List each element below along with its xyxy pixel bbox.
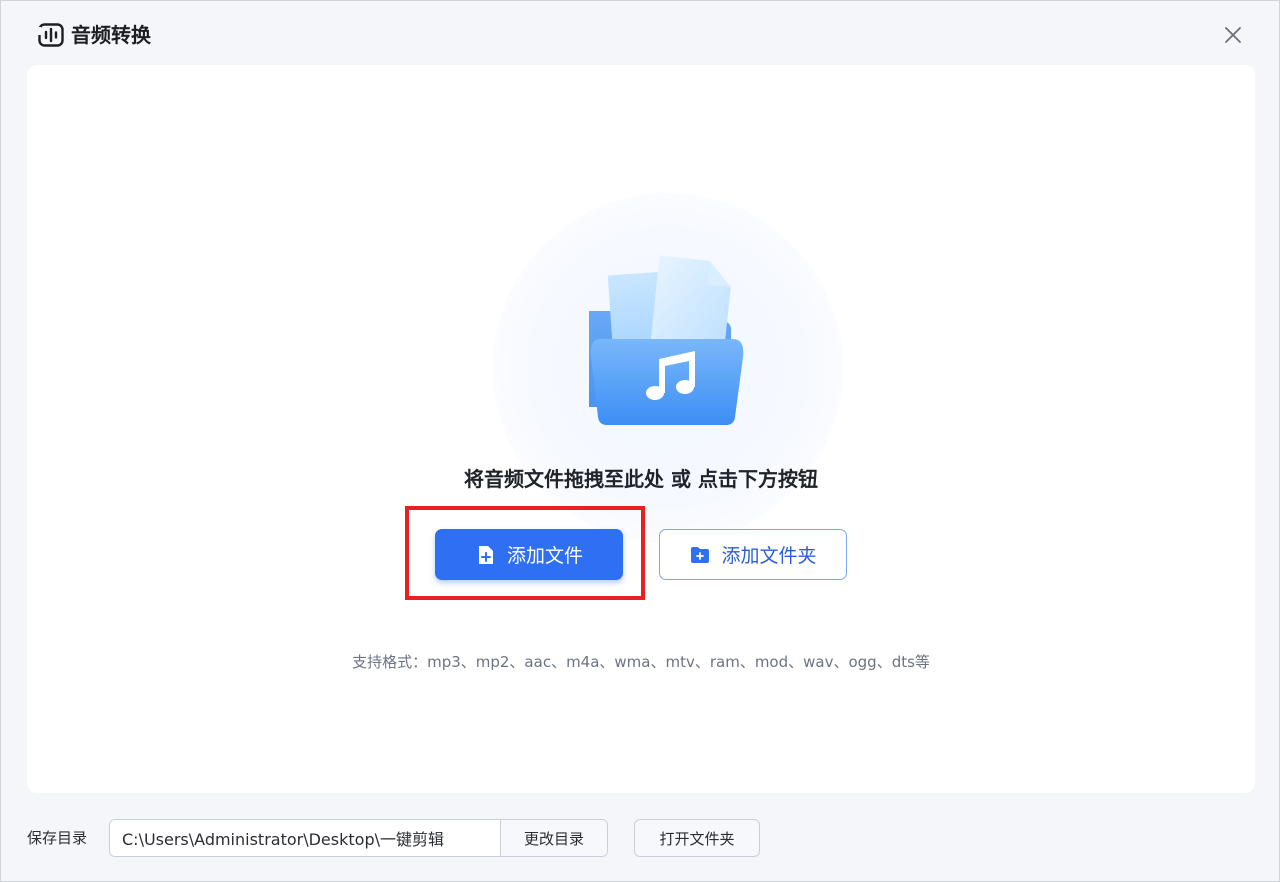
file-plus-icon	[478, 545, 493, 564]
save-directory-label: 保存目录	[27, 829, 88, 847]
folder-plus-icon	[691, 546, 710, 563]
file-drop-zone[interactable]: 将音频文件拖拽至此处 或 点击下方按钮 添加文件 添加文件夹 支持格式：mp3、…	[27, 65, 1255, 793]
audio-converter-window: 音频转换 将音频文件拖拽至此处 或 点击下方按钮 添加文件 添加文件夹 支持格式…	[0, 0, 1280, 882]
open-folder-button[interactable]: 打开文件夹	[634, 819, 760, 857]
save-directory-group: 更改目录	[109, 819, 608, 857]
change-directory-button[interactable]: 更改目录	[500, 820, 607, 856]
audio-wave-icon	[37, 23, 64, 47]
save-directory-input[interactable]	[110, 820, 500, 856]
title-bar: 音频转换	[1, 1, 1279, 65]
app-title: 音频转换	[71, 23, 151, 47]
add-folder-label: 添加文件夹	[721, 545, 817, 567]
music-folder-icon	[589, 255, 744, 425]
close-icon[interactable]	[1219, 21, 1247, 49]
add-file-button[interactable]: 添加文件	[435, 529, 623, 580]
add-file-label: 添加文件	[506, 545, 583, 567]
drop-hint-text: 将音频文件拖拽至此处 或 点击下方按钮	[464, 467, 818, 491]
supported-formats-text: 支持格式：mp3、mp2、aac、m4a、wma、mtv、ram、mod、wav…	[352, 653, 930, 671]
add-folder-button[interactable]: 添加文件夹	[659, 529, 847, 580]
